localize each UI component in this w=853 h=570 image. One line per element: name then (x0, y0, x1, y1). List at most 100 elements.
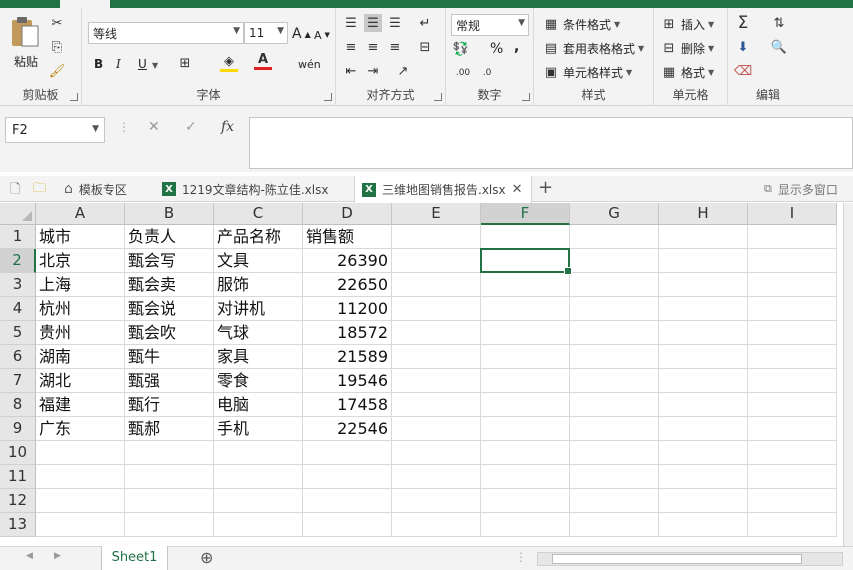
cell-h9[interactable] (659, 417, 748, 441)
cell-a6[interactable]: 湖南 (36, 345, 125, 369)
cell-f7[interactable] (481, 369, 570, 393)
horizontal-scrollbar[interactable] (537, 552, 843, 566)
alignment-launcher-icon[interactable] (434, 93, 442, 101)
cell-d4[interactable]: 11200 (303, 297, 392, 321)
cell-b4[interactable]: 甄会说 (125, 297, 214, 321)
row-header[interactable]: 7 (0, 369, 36, 393)
tab-home[interactable] (60, 0, 110, 8)
name-box[interactable]: F2 ▼ (5, 117, 105, 143)
row-header[interactable]: 9 (0, 417, 36, 441)
cell-h8[interactable] (659, 393, 748, 417)
cell-c2[interactable]: 文具 (214, 249, 303, 273)
cell-c13[interactable] (214, 513, 303, 537)
cell-d3[interactable]: 22650 (303, 273, 392, 297)
cell-g12[interactable] (570, 489, 659, 513)
cell-d2[interactable]: 26390 (303, 249, 392, 273)
cell-e13[interactable] (392, 513, 481, 537)
new-tab-button[interactable]: + (538, 177, 553, 198)
column-header-d[interactable]: D (303, 203, 392, 225)
cell-h10[interactable] (659, 441, 748, 465)
cell-c8[interactable]: 电脑 (214, 393, 303, 417)
cell-d7[interactable]: 19546 (303, 369, 392, 393)
cell-d8[interactable]: 17458 (303, 393, 392, 417)
clear-icon[interactable]: ⌫ (734, 62, 752, 80)
cell-f9[interactable] (481, 417, 570, 441)
cell-g6[interactable] (570, 345, 659, 369)
column-header-h[interactable]: H (659, 203, 748, 225)
font-name-combo[interactable]: 等线 ▼ (88, 22, 244, 44)
cell-c4[interactable]: 对讲机 (214, 297, 303, 321)
align-left-icon[interactable]: ≡ (342, 38, 360, 56)
row-header[interactable]: 4 (0, 297, 36, 321)
font-size-combo[interactable]: 11 ▼ (244, 22, 288, 44)
format-as-table-button[interactable]: ▤ 套用表格格式 ▼ (542, 38, 644, 58)
cell-h2[interactable] (659, 249, 748, 273)
underline-dropdown-icon[interactable]: ▼ (152, 61, 158, 70)
cell-b11[interactable] (125, 465, 214, 489)
cell-a12[interactable] (36, 489, 125, 513)
cell-d6[interactable]: 21589 (303, 345, 392, 369)
column-header-f[interactable]: F (481, 203, 570, 225)
show-multi-window-button[interactable]: ⧉ 显示多窗口 (764, 176, 838, 202)
cell-e10[interactable] (392, 441, 481, 465)
delete-button[interactable]: ⊟ 删除 ▼ (660, 38, 715, 58)
cell-g11[interactable] (570, 465, 659, 489)
row-header[interactable]: 8 (0, 393, 36, 417)
cell-b12[interactable] (125, 489, 214, 513)
cell-c1[interactable]: 产品名称 (214, 225, 303, 249)
cell-h11[interactable] (659, 465, 748, 489)
column-header-g[interactable]: G (570, 203, 659, 225)
cell-b5[interactable]: 甄会吹 (125, 321, 214, 345)
column-header-e[interactable]: E (392, 203, 481, 225)
horizontal-scroll-thumb[interactable] (552, 554, 802, 564)
column-header-a[interactable]: A (36, 203, 125, 225)
bold-button[interactable]: B (94, 54, 103, 74)
cell-b3[interactable]: 甄会卖 (125, 273, 214, 297)
cell-i13[interactable] (748, 513, 837, 537)
drag-handle-icon[interactable]: ⋮ (118, 120, 130, 134)
cell-a11[interactable] (36, 465, 125, 489)
cell-a13[interactable] (36, 513, 125, 537)
cell-d1[interactable]: 销售额 (303, 225, 392, 249)
scroll-right-icon[interactable]: ▶ (54, 551, 61, 561)
drag-handle-icon[interactable]: ⋮ (515, 550, 527, 564)
cell-d12[interactable] (303, 489, 392, 513)
cell-b6[interactable]: 甄牛 (125, 345, 214, 369)
cell-h3[interactable] (659, 273, 748, 297)
cell-h1[interactable] (659, 225, 748, 249)
cell-d11[interactable] (303, 465, 392, 489)
tab-file2[interactable]: X 三维地图销售报告.xlsx ✕ (354, 176, 532, 203)
cell-a7[interactable]: 湖北 (36, 369, 125, 393)
cell-g4[interactable] (570, 297, 659, 321)
borders-icon[interactable]: ⊞ (176, 54, 194, 72)
cell-c11[interactable] (214, 465, 303, 489)
align-center-icon[interactable]: ≡ (364, 38, 382, 56)
cell-g9[interactable] (570, 417, 659, 441)
cell-d5[interactable]: 18572 (303, 321, 392, 345)
row-header[interactable]: 13 (0, 513, 36, 537)
font-launcher-icon[interactable] (324, 93, 332, 101)
cell-i2[interactable] (748, 249, 837, 273)
increase-indent-icon[interactable]: ⇥ (364, 62, 382, 80)
cell-b10[interactable] (125, 441, 214, 465)
cell-i3[interactable] (748, 273, 837, 297)
cell-e9[interactable] (392, 417, 481, 441)
format-painter-icon[interactable]: 🖌 (48, 62, 66, 80)
cell-f4[interactable] (481, 297, 570, 321)
fill-icon[interactable]: ⬇ (734, 38, 752, 56)
column-header-b[interactable]: B (125, 203, 214, 225)
comma-button[interactable]: , (514, 37, 519, 57)
cell-b13[interactable] (125, 513, 214, 537)
cell-c7[interactable]: 零食 (214, 369, 303, 393)
cell-g2[interactable] (570, 249, 659, 273)
cell-h7[interactable] (659, 369, 748, 393)
cell-h6[interactable] (659, 345, 748, 369)
row-header[interactable]: 6 (0, 345, 36, 369)
autosum-icon[interactable]: Σ (734, 13, 752, 33)
conditional-format-button[interactable]: ▦ 条件格式 ▼ (542, 14, 620, 34)
cell-h4[interactable] (659, 297, 748, 321)
select-all-button[interactable] (0, 203, 36, 225)
cell-g3[interactable] (570, 273, 659, 297)
increase-decimal-icon[interactable]: .00 (454, 64, 472, 82)
enter-icon[interactable]: ✓ (185, 119, 197, 135)
